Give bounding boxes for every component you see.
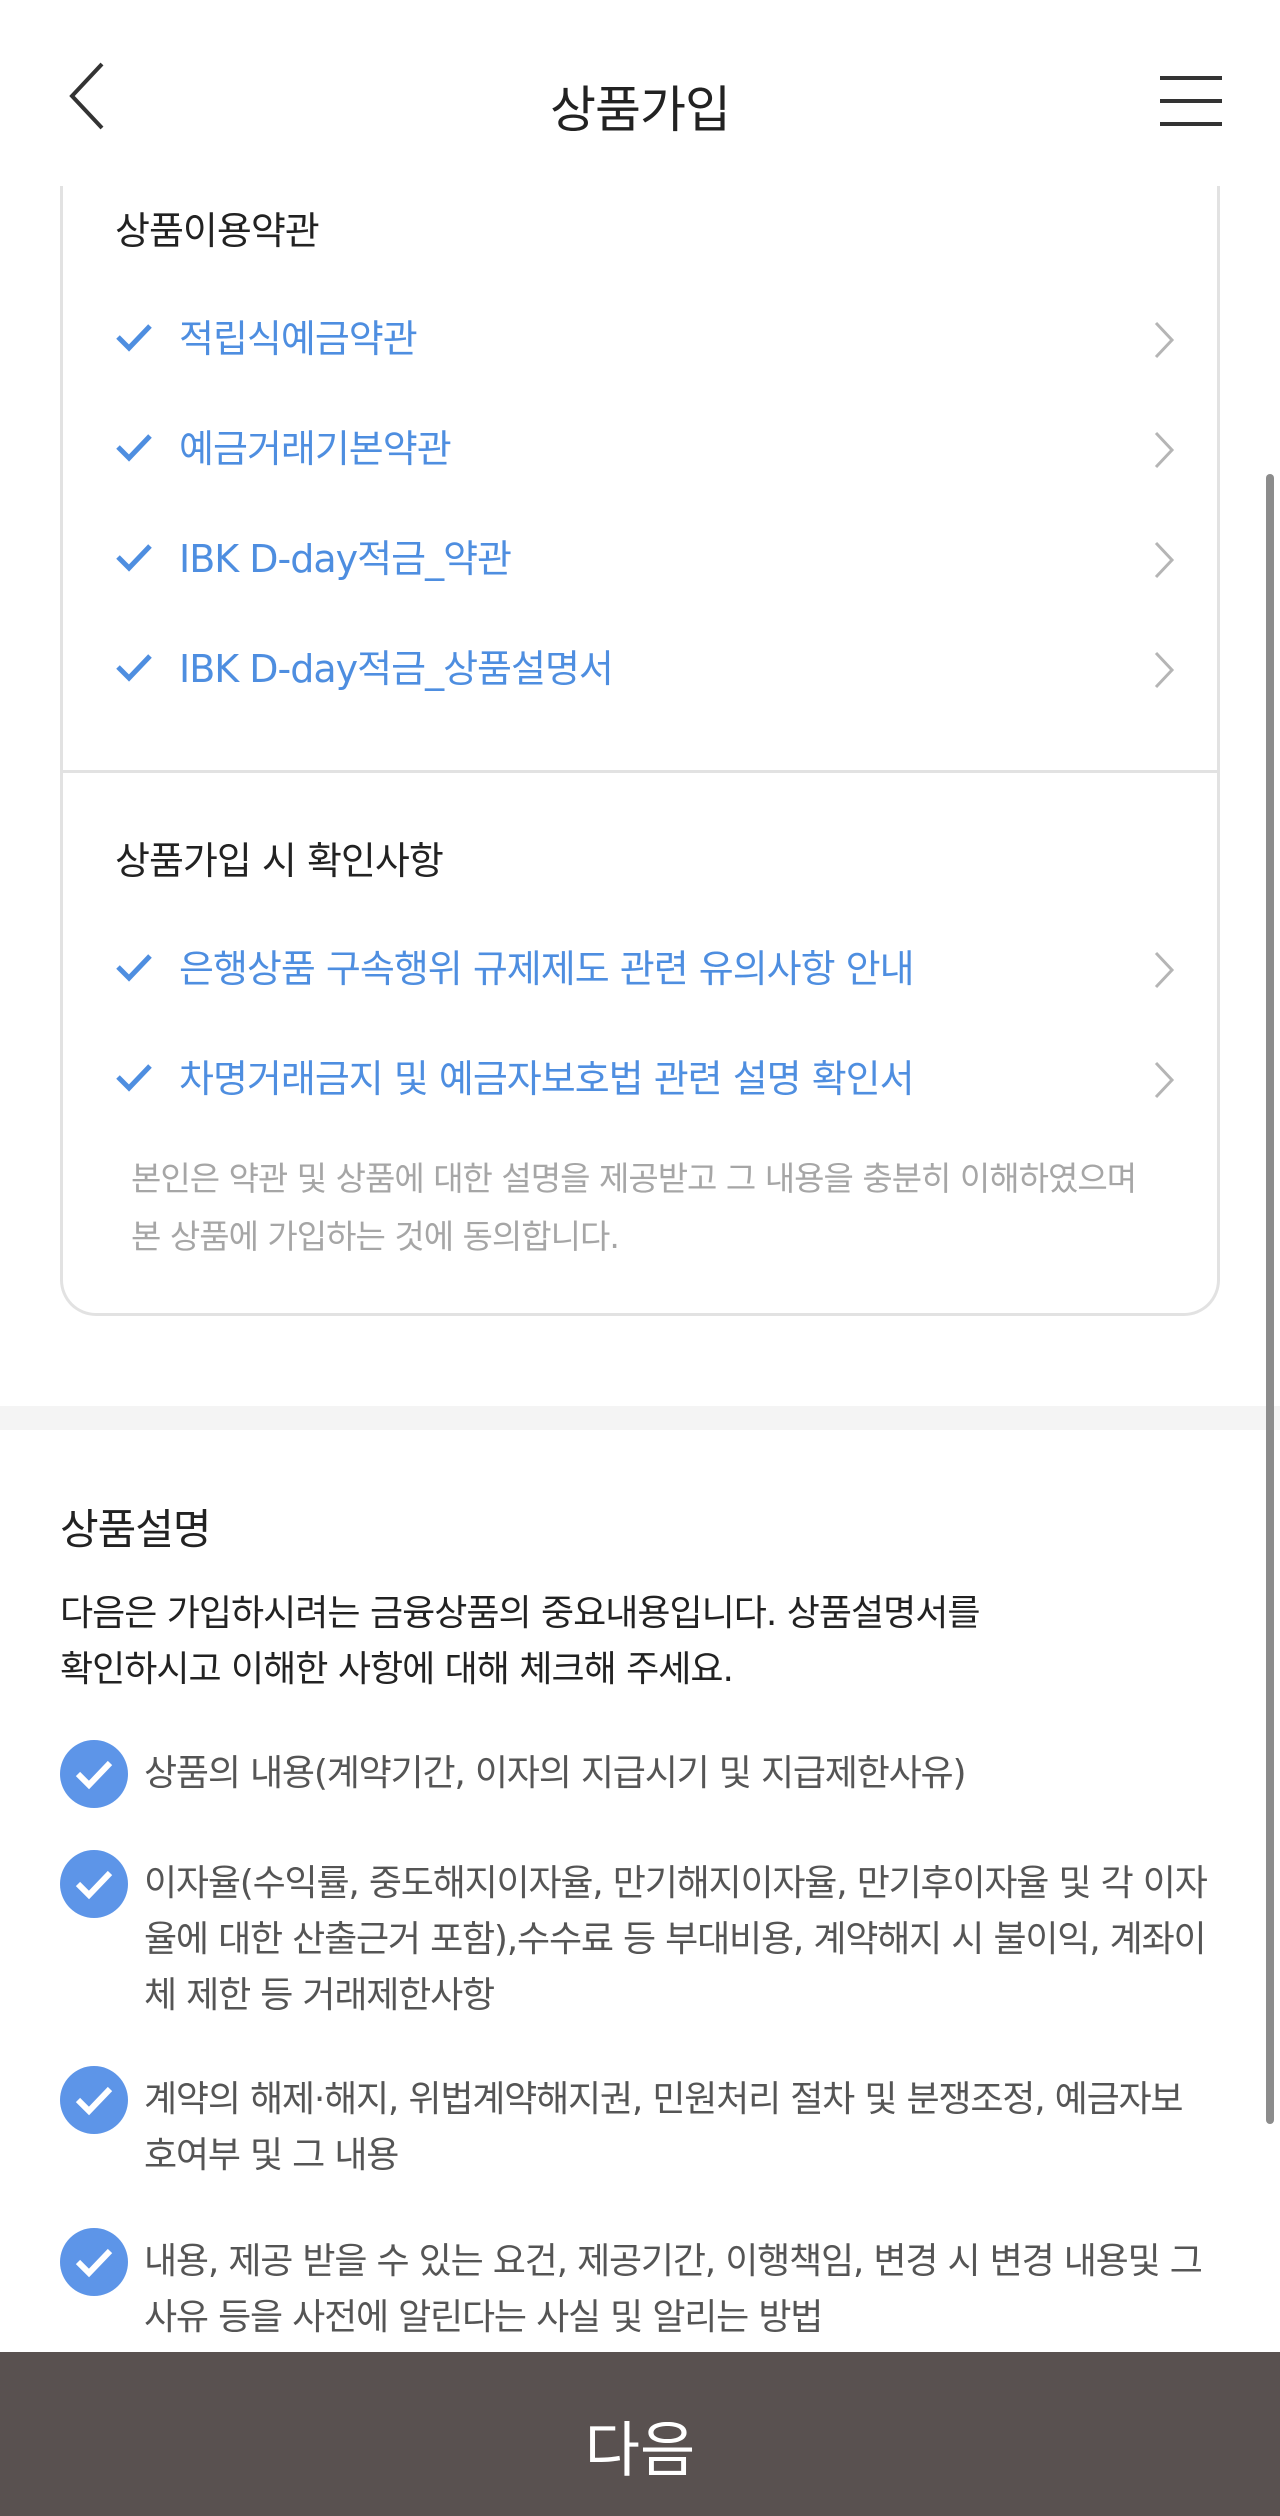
description-intro: 다음은 가입하시려는 금융상품의 중요내용입니다. 상품설명서를 확인하시고 이… xyxy=(60,1586,1220,1698)
next-button[interactable]: 다음 xyxy=(0,2352,1280,2516)
item-line: 계약의 해제·해지, 위법계약해지권, 민원처리 절차 및 분쟁조정, 예금자보 xyxy=(144,2079,1184,2120)
confirm-heading: 상품가입 시 확인사항 xyxy=(115,839,444,883)
check-icon xyxy=(116,1064,152,1092)
confirm-row-deposit-protection[interactable]: 차명거래금지 및 예금자보호법 관련 설명 확인서 xyxy=(115,1040,1175,1120)
check-icon xyxy=(116,324,152,352)
item-line: 상품의 내용(계약기간, 이자의 지급시기 및 지급제한사유) xyxy=(144,1753,967,1794)
intro-line: 확인하시고 이해한 사항에 대해 체크해 주세요. xyxy=(60,1649,734,1690)
term-label: 예금거래기본약관 xyxy=(179,427,452,471)
term-row-savings[interactable]: 적립식예금약관 xyxy=(115,300,1175,380)
chevron-right-icon xyxy=(1154,1061,1175,1099)
check-circle-icon xyxy=(60,2228,128,2296)
description-item-text: 내용, 제공 받을 수 있는 요건, 제공기간, 이행책임, 변경 시 변경 내… xyxy=(144,2234,1280,2346)
term-row-basic[interactable]: 예금거래기본약관 xyxy=(115,410,1175,490)
page: 상품가입 상품이용약관 적립식예금약관 예금거래기본약관 IBK D-day적금… xyxy=(0,0,1280,2516)
description-item-text: 이자율(수익률, 중도해지이자율, 만기해지이자율, 만기후이자율 및 각 이자… xyxy=(144,1856,1280,2024)
check-icon xyxy=(116,654,152,682)
item-line: 체 제한 등 거래제한사항 xyxy=(144,1975,495,2016)
page-title: 상품가입 xyxy=(550,81,731,139)
term-row-dday-description[interactable]: IBK D-day적금_상품설명서 xyxy=(115,630,1175,710)
intro-line: 다음은 가입하시려는 금융상품의 중요내용입니다. 상품설명서를 xyxy=(60,1593,980,1634)
section-separator xyxy=(0,1406,1280,1430)
scrollbar[interactable] xyxy=(1266,474,1274,2124)
confirm-label: 은행상품 구속행위 규제제도 관련 유의사항 안내 xyxy=(179,947,915,991)
check-icon xyxy=(116,544,152,572)
chevron-right-icon xyxy=(1154,541,1175,579)
chevron-right-icon xyxy=(1154,431,1175,469)
description-title: 상품설명 xyxy=(60,1505,212,1554)
terms-heading: 상품이용약관 xyxy=(115,209,320,253)
consent-line: 본인은 약관 및 상품에 대한 설명을 제공받고 그 내용을 충분히 이해하였으… xyxy=(131,1159,1137,1198)
item-line: 이자율(수익률, 중도해지이자율, 만기해지이자율, 만기후이자율 및 각 이자 xyxy=(144,1863,1208,1904)
description-item-text: 계약의 해제·해지, 위법계약해지권, 민원처리 절차 및 분쟁조정, 예금자보… xyxy=(144,2072,1280,2184)
term-label: IBK D-day적금_약관 xyxy=(179,537,512,581)
check-circle-icon xyxy=(60,1850,128,1918)
confirm-row-restriction[interactable]: 은행상품 구속행위 규제제도 관련 유의사항 안내 xyxy=(115,930,1175,1010)
description-item-text: 상품의 내용(계약기간, 이자의 지급시기 및 지급제한사유) xyxy=(144,1746,1280,1802)
term-label: IBK D-day적금_상품설명서 xyxy=(179,647,614,691)
item-line: 내용, 제공 받을 수 있는 요건, 제공기간, 이행책임, 변경 시 변경 내… xyxy=(144,2241,1203,2282)
check-icon xyxy=(116,954,152,982)
item-line: 호여부 및 그 내용 xyxy=(144,2135,399,2176)
consent-text: 본인은 약관 및 상품에 대한 설명을 제공받고 그 내용을 충분히 이해하였으… xyxy=(131,1150,1191,1266)
menu-button[interactable] xyxy=(1160,72,1224,128)
chevron-right-icon xyxy=(1154,651,1175,689)
term-label: 적립식예금약관 xyxy=(179,317,418,361)
consent-line: 본 상품에 가입하는 것에 동의합니다. xyxy=(131,1217,620,1256)
confirm-label: 차명거래금지 및 예금자보호법 관련 설명 확인서 xyxy=(179,1057,915,1101)
item-line: 사유 등을 사전에 알린다는 사실 및 알리는 방법 xyxy=(144,2297,823,2338)
check-circle-icon xyxy=(60,2066,128,2134)
header: 상품가입 xyxy=(0,0,1280,186)
item-line: 율에 대한 산출근거 포함),수수료 등 부대비용, 계약해지 시 불이익, 계… xyxy=(144,1919,1207,1960)
check-icon xyxy=(116,434,152,462)
divider xyxy=(63,770,1217,773)
terms-card: 상품이용약관 적립식예금약관 예금거래기본약관 IBK D-day적금_약관 I… xyxy=(60,150,1220,1316)
chevron-right-icon xyxy=(1154,321,1175,359)
term-row-dday-terms[interactable]: IBK D-day적금_약관 xyxy=(115,520,1175,600)
next-button-label: 다음 xyxy=(584,2417,696,2484)
check-circle-icon xyxy=(60,1740,128,1808)
chevron-right-icon xyxy=(1154,951,1175,989)
